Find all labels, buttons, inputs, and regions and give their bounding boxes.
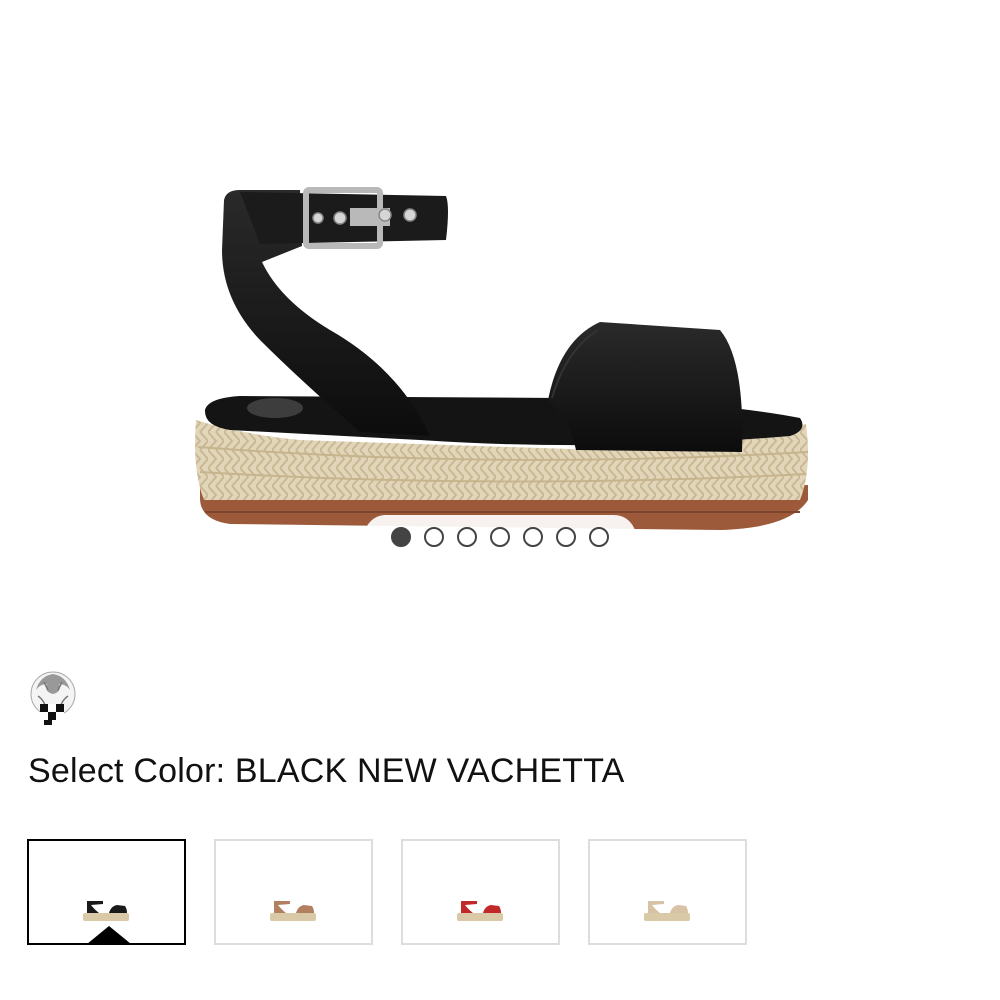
color-swatch[interactable] xyxy=(27,839,186,945)
brand-logo-icon xyxy=(26,670,80,726)
carousel-dot[interactable] xyxy=(589,527,609,547)
swatch-sandal-thumbnail xyxy=(643,901,690,921)
carousel-dot[interactable] xyxy=(391,527,411,547)
product-image[interactable] xyxy=(0,0,1000,640)
swatch-sandal-thumbnail xyxy=(269,901,316,921)
product-page: Select Color: BLACK NEW VACHETTA xyxy=(0,0,1000,1000)
color-swatch[interactable] xyxy=(401,839,560,945)
color-swatch[interactable] xyxy=(214,839,373,945)
swatch-sandal-thumbnail xyxy=(82,901,129,921)
carousel-dot[interactable] xyxy=(523,527,543,547)
select-color-label: Select Color: BLACK NEW VACHETTA xyxy=(28,752,625,791)
selected-color-value: BLACK NEW VACHETTA xyxy=(234,752,625,790)
color-swatch[interactable] xyxy=(588,839,747,945)
swatch-sandal-thumbnail xyxy=(456,901,503,921)
select-color-prefix: Select Color: xyxy=(28,752,226,790)
color-swatch-list xyxy=(27,839,747,945)
carousel-dot[interactable] xyxy=(457,527,477,547)
selected-caret-icon xyxy=(87,926,131,944)
carousel-dots xyxy=(364,515,636,559)
carousel-dot[interactable] xyxy=(556,527,576,547)
carousel-dot[interactable] xyxy=(424,527,444,547)
carousel-dot[interactable] xyxy=(490,527,510,547)
